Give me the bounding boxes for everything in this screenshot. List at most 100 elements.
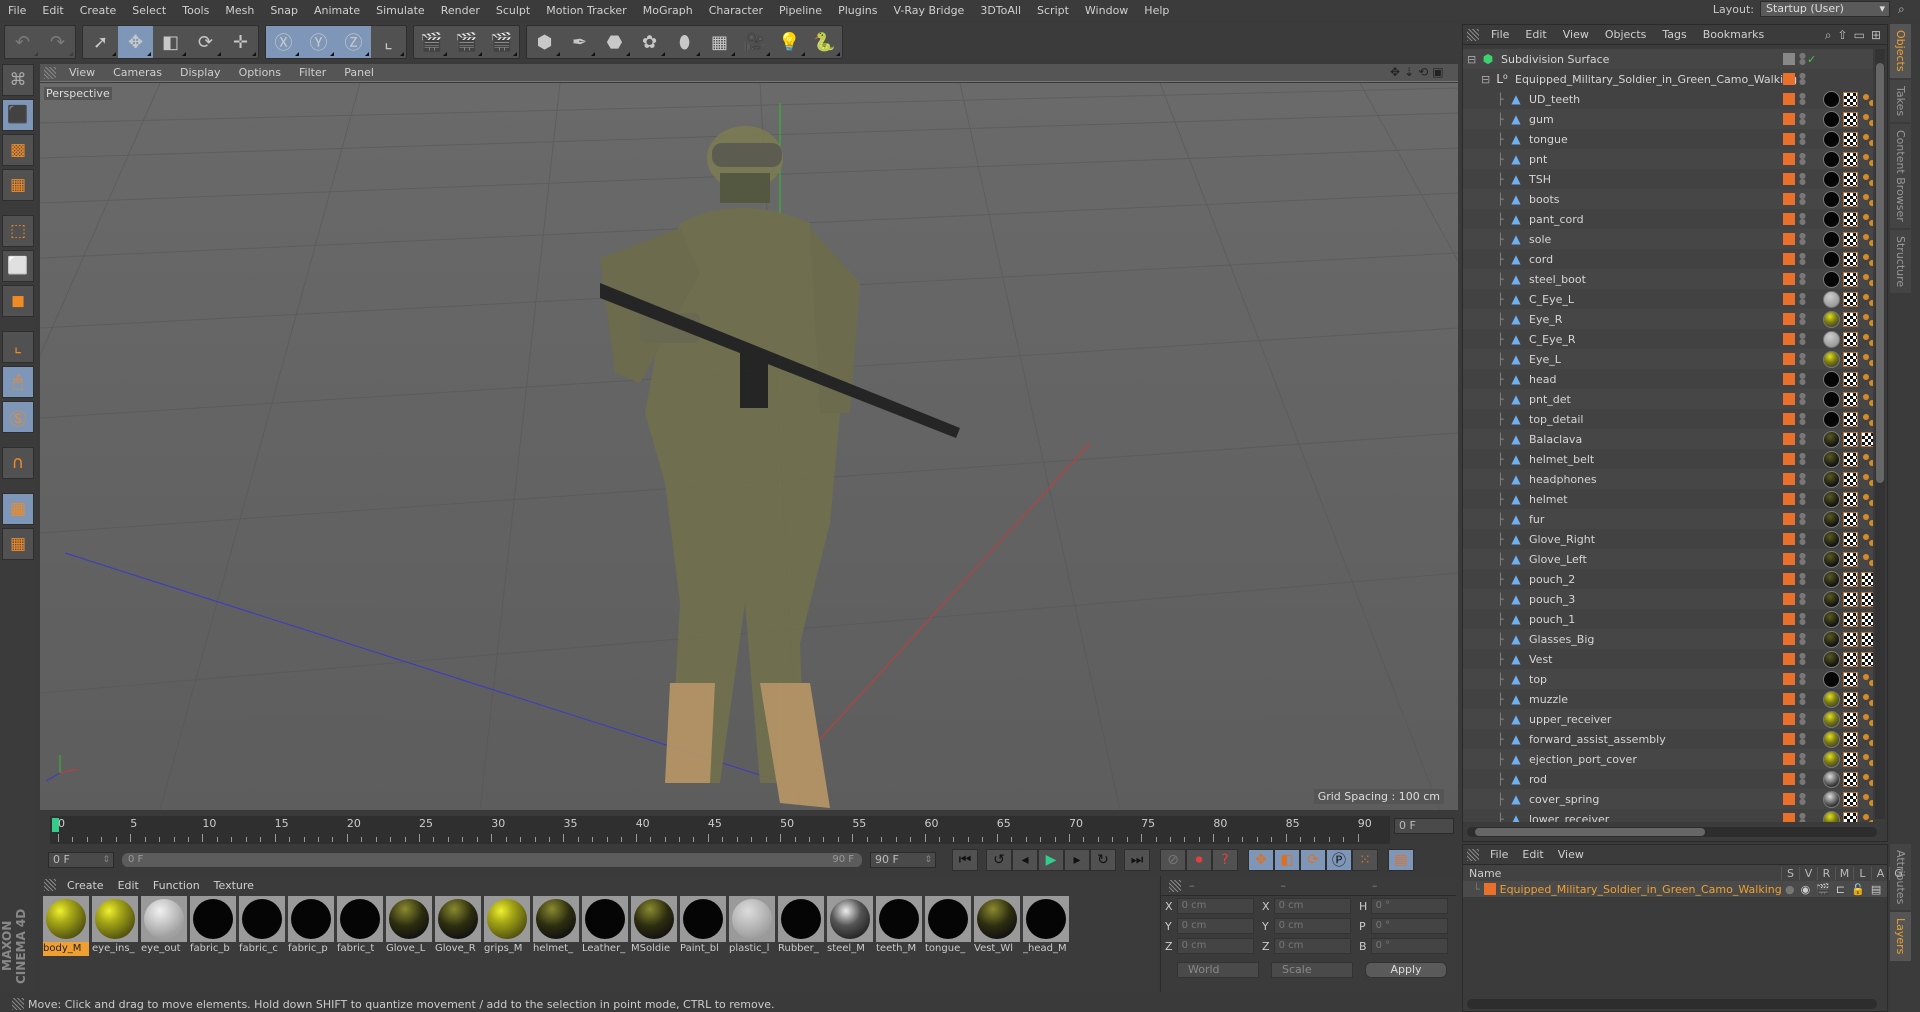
layer-manager-hscroll[interactable] — [1467, 999, 1877, 1009]
size-z-field[interactable]: 0 cm — [1273, 938, 1351, 954]
object-row[interactable]: ├ ▲ steel_boot ● ● — [1463, 269, 1873, 289]
object-row[interactable]: ├ ▲ cover_spring ● ● — [1463, 789, 1873, 809]
manager-toggle-icon[interactable]: ⊏ — [1836, 883, 1845, 896]
object-menu-bookmarks[interactable]: Bookmarks — [1695, 28, 1772, 41]
visibility-dots[interactable]: ● ● — [1799, 812, 1806, 823]
visibility-dots[interactable]: ● ● — [1799, 352, 1806, 366]
pen-spline-button[interactable]: ✒ — [562, 26, 597, 58]
side-tab-content-browser[interactable]: Content Browser — [1890, 123, 1911, 228]
menu-mesh[interactable]: Mesh — [217, 4, 262, 17]
material-tag[interactable] — [1823, 550, 1840, 568]
rotate-button[interactable]: ⟳ — [188, 26, 223, 58]
material-tag[interactable] — [1823, 530, 1840, 548]
material-tag[interactable] — [1823, 290, 1840, 308]
layer-swatch[interactable] — [1783, 293, 1795, 305]
material-item[interactable]: grips_M — [483, 896, 531, 956]
uvw-tag-icon[interactable] — [1843, 471, 1858, 487]
start-frame-field[interactable]: 0 F ⇕ — [48, 852, 114, 868]
object-menu-tags[interactable]: Tags — [1654, 28, 1694, 41]
phong-tag-icon[interactable] — [1861, 812, 1873, 822]
uvw-tag-icon[interactable] — [1843, 491, 1858, 507]
menu-edit[interactable]: Edit — [34, 4, 71, 17]
material-item[interactable]: helmet_ — [532, 896, 580, 956]
material-tag[interactable] — [1823, 750, 1840, 768]
layer-swatch[interactable] — [1783, 613, 1795, 625]
timeline-ruler[interactable]: 0 5 10 15 20 25 30 35 40 45 50 55 60 65 70 75 80 85 90 — [50, 816, 1390, 844]
menu-render[interactable]: Render — [433, 4, 488, 17]
prev-key-button[interactable]: ↺ — [986, 849, 1012, 871]
material-tag[interactable] — [1823, 110, 1840, 128]
menu-help[interactable]: Help — [1136, 4, 1177, 17]
uvw-tag-icon[interactable] — [1861, 651, 1873, 667]
tweak-mode-button[interactable]: 🖱 — [2, 366, 34, 398]
material-item[interactable]: _head_M — [1022, 896, 1070, 956]
panel-grip[interactable] — [1169, 879, 1181, 892]
visibility-dots[interactable]: ● ● — [1799, 152, 1806, 166]
visibility-dots[interactable]: ● ● — [1799, 192, 1806, 206]
material-tag[interactable] — [1823, 210, 1840, 228]
material-item[interactable]: steel_M — [826, 896, 874, 956]
object-row[interactable]: ├ ▲ UD_teeth ● ● — [1463, 89, 1873, 109]
collapse-icon[interactable]: ⊟ — [1481, 73, 1495, 86]
column-header-s[interactable]: S — [1781, 866, 1799, 880]
material-item[interactable]: eye_ins_ — [91, 896, 139, 956]
material-item[interactable]: body_M — [42, 896, 90, 956]
material-tag[interactable] — [1823, 370, 1840, 388]
phong-tag-icon[interactable] — [1861, 252, 1873, 267]
uvw-tag-icon[interactable] — [1843, 771, 1858, 787]
material-item[interactable]: Paint_bl — [679, 896, 727, 956]
view-camera-icon[interactable]: ⌘ — [2, 64, 34, 96]
object-manager-hscroll[interactable] — [1467, 827, 1877, 837]
points-mode-button[interactable]: ⬚ — [2, 215, 34, 247]
layer-swatch[interactable] — [1783, 753, 1795, 765]
workplane-lock-button[interactable]: ▦ — [2, 493, 34, 525]
phong-tag-icon[interactable] — [1861, 212, 1873, 227]
uvw-tag-icon[interactable] — [1843, 451, 1858, 467]
visible-toggle-icon[interactable]: ◉ — [1801, 883, 1811, 896]
phong-tag-icon[interactable] — [1861, 332, 1873, 347]
object-row[interactable]: ├ ▲ headphones ● ● — [1463, 469, 1873, 489]
prev-frame-button[interactable]: ◂ — [1012, 849, 1038, 871]
visibility-dots[interactable]: ● ● — [1799, 132, 1806, 146]
redo-button[interactable]: ↷ — [40, 26, 75, 58]
phong-tag-icon[interactable] — [1861, 752, 1873, 767]
visibility-dots[interactable]: ● ● — [1799, 432, 1806, 446]
material-menu-create[interactable]: Create — [60, 879, 111, 892]
column-header-r[interactable]: R — [1817, 866, 1835, 880]
panel-grip[interactable] — [1467, 28, 1479, 41]
material-tag[interactable] — [1823, 810, 1840, 822]
menu-select[interactable]: Select — [124, 4, 174, 17]
rotation-p-field[interactable]: 0 ° — [1370, 918, 1448, 934]
menu-create[interactable]: Create — [72, 4, 125, 17]
material-item[interactable]: Leather_ — [581, 896, 629, 956]
texture-mode-button[interactable]: ▩ — [2, 134, 34, 166]
side-tab-takes[interactable]: Takes — [1890, 79, 1911, 122]
visibility-dots[interactable]: ● ● — [1799, 212, 1806, 226]
camera-button[interactable]: 🎥 — [737, 26, 772, 58]
uvw-tag-icon[interactable] — [1843, 151, 1858, 167]
move-button[interactable]: ✥ — [118, 26, 153, 58]
material-tag[interactable] — [1823, 230, 1840, 248]
layer-swatch[interactable] — [1783, 333, 1795, 345]
layer-swatch[interactable] — [1783, 573, 1795, 585]
cube-button[interactable]: ⬢ — [527, 26, 562, 58]
material-menu-texture[interactable]: Texture — [207, 879, 261, 892]
search-icon[interactable]: ⌕ — [1898, 2, 1914, 18]
phong-tag-icon[interactable] — [1861, 672, 1873, 687]
layer-swatch[interactable] — [1783, 393, 1795, 405]
material-tag[interactable] — [1823, 330, 1840, 348]
solo-mode-button[interactable]: Ⓢ — [2, 401, 34, 433]
layer-color-swatch[interactable] — [1483, 883, 1496, 895]
polygons-mode-button[interactable]: ◼ — [2, 285, 34, 317]
python-button[interactable]: 🐍 — [807, 26, 842, 58]
keyframe-selection-button[interactable]: ? — [1212, 849, 1238, 871]
phong-tag-icon[interactable] — [1861, 512, 1873, 527]
material-tag[interactable] — [1823, 710, 1840, 728]
visibility-dots[interactable]: ● ● — [1799, 252, 1806, 266]
material-item[interactable]: tongue_ — [924, 896, 972, 956]
layer-swatch[interactable] — [1783, 173, 1795, 185]
floor-button[interactable]: ▦ — [702, 26, 737, 58]
uvw-tag-icon[interactable] — [1843, 391, 1858, 407]
camera-label[interactable]: Perspective — [44, 87, 112, 100]
column-header-m[interactable]: M — [1835, 866, 1853, 880]
